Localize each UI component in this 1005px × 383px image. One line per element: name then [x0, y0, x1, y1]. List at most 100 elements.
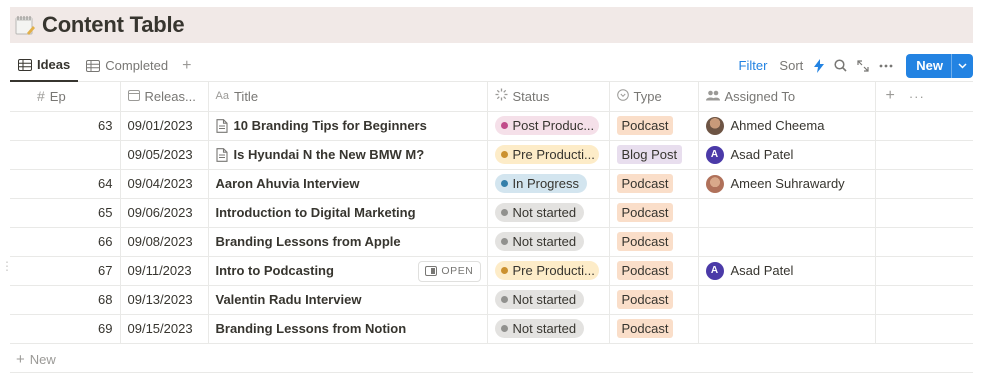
status-cell[interactable]: Pre Producti... — [487, 140, 610, 170]
title-cell[interactable]: Is Hyundai N the New BMW M? — [208, 140, 488, 170]
tab-ideas[interactable]: Ideas — [10, 50, 79, 82]
ep-cell[interactable] — [10, 140, 121, 170]
status-label: Not started — [512, 321, 577, 336]
assignee-name: Ahmed Cheema — [730, 118, 825, 133]
column-header-ep[interactable]: # Ep — [10, 82, 121, 112]
status-cell[interactable]: Not started — [487, 198, 610, 228]
release-cell[interactable]: 09/04/2023 — [120, 169, 209, 199]
type-cell[interactable]: Podcast — [609, 198, 699, 228]
status-cell[interactable]: In Progress — [487, 169, 610, 199]
status-cell[interactable]: Post Produc... — [487, 111, 610, 141]
release-cell[interactable]: 09/08/2023 — [120, 227, 209, 257]
table-icon — [18, 58, 32, 71]
ep-cell[interactable]: 64 — [10, 169, 121, 199]
empty-cell — [875, 169, 973, 199]
status-dot — [500, 209, 508, 216]
sort-button[interactable]: Sort — [773, 58, 809, 73]
table-header-row: # Ep Releas... Aa Title Status Type Assign… — [10, 82, 973, 112]
title-cell[interactable]: Introduction to Digital Marketing — [208, 198, 488, 228]
assignee-name: Ameen Suhrawardy — [730, 176, 845, 191]
assigned-cell[interactable]: A Asad Patel — [698, 140, 876, 170]
ep-cell[interactable]: 68 — [10, 285, 121, 315]
search-icon[interactable] — [829, 59, 852, 72]
notepad-icon — [14, 14, 36, 36]
drag-handle-icon[interactable]: ⋮ — [1, 260, 13, 272]
open-button[interactable]: OPEN — [418, 260, 481, 282]
release-cell[interactable]: 09/11/2023 — [120, 256, 209, 286]
table-row[interactable]: 65 09/06/2023 Introduction to Digital Mark… — [10, 198, 973, 228]
more-icon[interactable]: ··· — [909, 89, 925, 104]
release-cell[interactable]: 09/05/2023 — [120, 140, 209, 170]
assigned-cell[interactable] — [698, 198, 876, 228]
status-cell[interactable]: Not started — [487, 314, 610, 344]
new-button-label: New — [916, 58, 943, 73]
lightning-icon[interactable] — [809, 58, 829, 73]
status-cell[interactable]: Not started — [487, 227, 610, 257]
ep-cell[interactable]: 67 — [10, 256, 121, 286]
column-header-assigned-to[interactable]: Assigned To — [698, 82, 876, 112]
add-row-button[interactable]: + New — [10, 347, 973, 373]
add-property-button[interactable]: + — [886, 87, 895, 105]
column-header-type[interactable]: Type — [609, 82, 699, 112]
type-cell[interactable]: Podcast — [609, 111, 699, 141]
release-cell[interactable]: 09/01/2023 — [120, 111, 209, 141]
status-cell[interactable]: Not started — [487, 285, 610, 315]
type-cell[interactable]: Podcast — [609, 256, 699, 286]
title-cell[interactable]: Intro to Podcasting OPEN — [208, 256, 488, 286]
table-row[interactable]: 09/05/2023 Is Hyundai N the New BMW M? Pre… — [10, 140, 973, 170]
table-body: 63 09/01/2023 10 Branding Tips for Beginne… — [10, 111, 973, 344]
tab-completed[interactable]: Completed — [78, 50, 176, 82]
filter-button[interactable]: Filter — [733, 58, 774, 73]
type-cell[interactable]: Podcast — [609, 169, 699, 199]
row-title: Introduction to Digital Marketing — [215, 205, 416, 220]
table-row[interactable]: 66 09/08/2023 Branding Lessons from Apple N… — [10, 227, 973, 257]
release-cell[interactable]: 09/15/2023 — [120, 314, 209, 344]
table-row[interactable]: 67 09/11/2023 Intro to Podcasting OPEN Pre P… — [10, 256, 973, 286]
add-view-button[interactable]: + — [176, 57, 197, 75]
table-row[interactable]: 64 09/04/2023 Aaron Ahuvia Interview In Pro… — [10, 169, 973, 199]
assigned-cell[interactable] — [698, 227, 876, 257]
expand-icon[interactable] — [852, 59, 874, 72]
row-title: Aaron Ahuvia Interview — [215, 176, 360, 191]
table-row[interactable]: 68 09/13/2023 Valentin Radu Interview Not s… — [10, 285, 973, 315]
ep-cell[interactable]: 69 — [10, 314, 121, 344]
column-header-title[interactable]: Aa Title — [208, 82, 488, 112]
status-cell[interactable]: Pre Producti... — [487, 256, 610, 286]
chevron-down-icon[interactable] — [951, 53, 973, 78]
column-header-release[interactable]: Releas... — [120, 82, 209, 112]
assigned-cell[interactable]: Ameen Suhrawardy — [698, 169, 876, 199]
table-row[interactable]: 63 09/01/2023 10 Branding Tips for Beginne… — [10, 111, 973, 141]
row-title: Intro to Podcasting — [215, 263, 334, 278]
table-row[interactable]: 69 09/15/2023 Branding Lessons from Notion… — [10, 314, 973, 344]
more-icon[interactable] — [874, 64, 898, 68]
new-button[interactable]: New — [906, 53, 973, 78]
type-cell[interactable]: Podcast — [609, 227, 699, 257]
column-header-status[interactable]: Status — [487, 82, 610, 112]
status-label: Post Produc... — [512, 118, 595, 133]
ep-cell[interactable]: 63 — [10, 111, 121, 141]
row-title: Valentin Radu Interview — [215, 292, 362, 307]
ep-cell[interactable]: 66 — [10, 227, 121, 257]
title-cell[interactable]: Branding Lessons from Notion — [208, 314, 488, 344]
title-cell[interactable]: 10 Branding Tips for Beginners — [208, 111, 488, 141]
assignee-name: Asad Patel — [730, 263, 794, 278]
title-cell[interactable]: Aaron Ahuvia Interview — [208, 169, 488, 199]
assigned-cell[interactable] — [698, 285, 876, 315]
title-cell[interactable]: Branding Lessons from Apple — [208, 227, 488, 257]
type-cell[interactable]: Podcast — [609, 285, 699, 315]
release-cell[interactable]: 09/06/2023 — [120, 198, 209, 228]
status-badge: Not started — [494, 203, 585, 222]
assigned-cell[interactable]: A Asad Patel — [698, 256, 876, 286]
tab-completed-label: Completed — [105, 58, 169, 73]
assigned-cell[interactable] — [698, 314, 876, 344]
status-spinner-icon — [495, 88, 508, 104]
type-cell[interactable]: Blog Post — [609, 140, 699, 170]
type-cell[interactable]: Podcast — [609, 314, 699, 344]
title-cell[interactable]: Valentin Radu Interview — [208, 285, 488, 315]
assigned-cell[interactable]: Ahmed Cheema — [698, 111, 876, 141]
empty-cell — [875, 314, 973, 344]
people-icon — [705, 89, 720, 104]
release-cell[interactable]: 09/13/2023 — [120, 285, 209, 315]
ep-cell[interactable]: 65 — [10, 198, 121, 228]
avatar — [705, 174, 724, 193]
